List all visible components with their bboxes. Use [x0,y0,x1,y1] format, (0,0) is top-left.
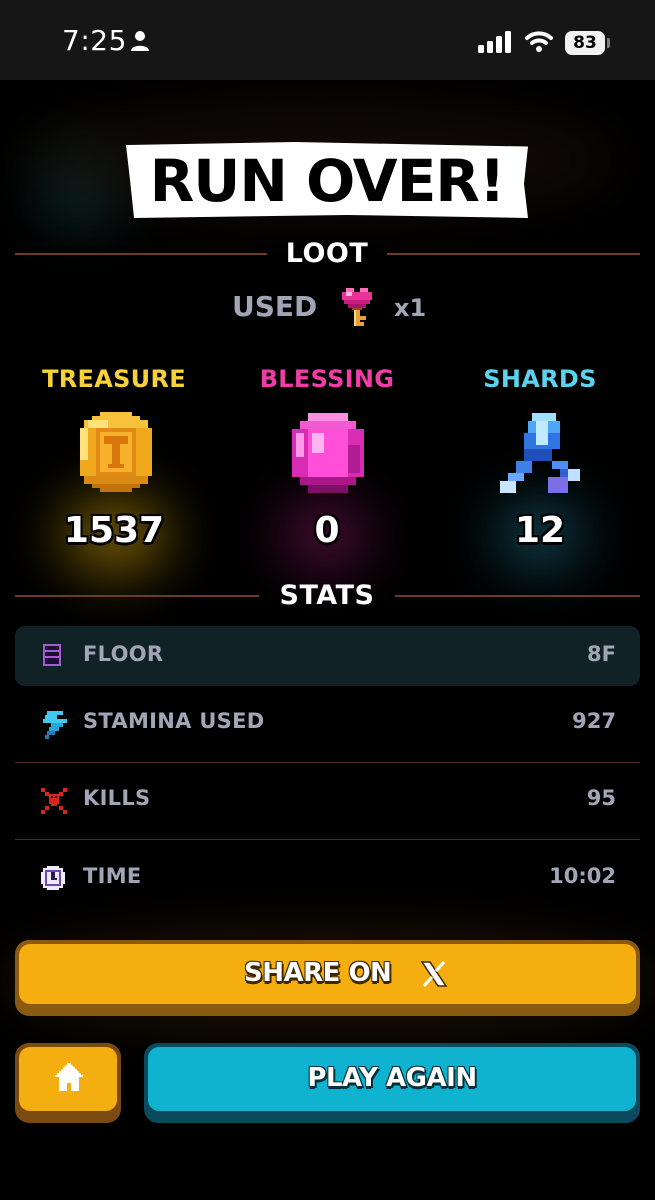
status-bar: 7:25 83 [0,0,655,80]
skull-crossbones-icon [41,788,67,814]
stat-label: TIME [83,864,142,888]
stat-row-time: TIME 10:02 [15,848,640,908]
stat-label: FLOOR [83,642,164,666]
stat-label: STAMINA USED [83,709,265,733]
status-time: 7:25 [62,24,127,57]
shards-label: SHARDS [483,365,597,393]
battery-indicator: 83 [565,31,605,55]
divider-line [15,253,267,255]
cellular-signal-icon [478,31,514,57]
used-count: x1 [394,294,427,322]
battery-tip [607,38,610,48]
clock-icon [41,866,65,890]
divider-line [387,253,640,255]
play-again-label: PLAY AGAIN [307,1063,477,1093]
stat-value: 10:02 [549,864,616,888]
home-button-face[interactable] [19,1047,117,1111]
pink-gem-icon [292,413,364,497]
row-separator [15,839,640,840]
blue-crystal-shard-icon [500,413,584,497]
stat-value: 927 [572,709,616,733]
page-title: RUN OVER! [149,147,506,215]
person-icon [130,30,150,56]
share-button-label: SHARE ON [244,958,392,988]
run-over-screen: 7:25 83 RUN OVER! LOOT USED x1 TREASURE … [0,0,655,1200]
stat-row-stamina: STAMINA USED 927 [15,693,640,753]
divider-line [15,595,259,597]
home-button[interactable] [15,1043,121,1123]
loot-heading: LOOT [285,238,369,269]
wifi-icon [525,30,553,56]
treasure-column: TREASURE [14,365,214,393]
lightning-bolt-icon [41,711,67,739]
blessing-column: BLESSING [227,365,427,393]
blessing-value: 0 [314,510,340,551]
used-label: USED [232,290,318,323]
home-icon [53,1061,85,1097]
x-logo-icon [419,959,449,993]
shards-value: 12 [514,510,566,551]
play-again-button[interactable]: PLAY AGAIN [144,1043,640,1123]
blessing-label: BLESSING [259,365,395,393]
stat-row-kills: KILLS 95 [15,770,640,830]
row-separator [15,762,640,763]
used-item-row: USED x1 [0,286,655,330]
stat-row-floor: FLOOR 8F [15,626,640,686]
stat-value: 95 [586,786,616,810]
treasure-label: TREASURE [42,365,186,393]
share-on-x-button[interactable]: SHARE ON [15,940,640,1016]
pink-heart-key-icon [340,286,374,332]
stat-value: 8F [587,642,616,666]
divider-line [395,595,640,597]
floor-stack-icon [41,644,65,668]
stats-heading: STATS [279,580,375,611]
shards-column: SHARDS [440,365,640,393]
gold-coin-icon [76,412,156,496]
treasure-value: 1537 [63,510,165,551]
share-button-face[interactable]: SHARE ON [19,944,636,1004]
stat-label: KILLS [83,786,151,810]
play-again-button-face[interactable]: PLAY AGAIN [148,1047,636,1111]
